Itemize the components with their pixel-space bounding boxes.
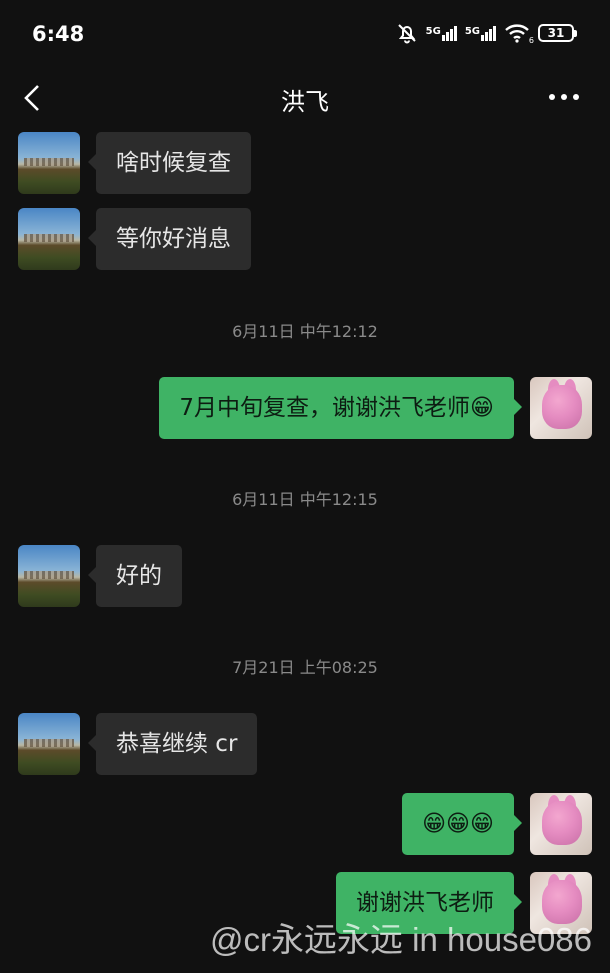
received-message-bubble[interactable]: 好的 — [88, 545, 182, 607]
contact-avatar[interactable] — [18, 132, 80, 194]
more-dot — [561, 94, 567, 100]
message-row-sent: 7月中旬复查，谢谢洪飞老师😁 — [0, 377, 610, 439]
status-bar: 6:48 5G 5G 6 31 — [0, 0, 610, 66]
message-timestamp: 6月11日 中午12:15 — [232, 490, 378, 509]
message-list[interactable]: 啥时候复查 等你好消息 6月11日 中午12:12 7月中旬复查，谢谢洪飞老师😁… — [0, 128, 610, 973]
bell-muted-icon — [397, 24, 416, 44]
chat-title: 洪飞 — [281, 88, 329, 116]
watermark: @cr永远永远 in house086 — [210, 921, 592, 958]
network-label: 5G — [425, 25, 441, 37]
received-message-bubble[interactable]: 恭喜继续 cr — [87, 713, 258, 775]
more-dot — [573, 94, 579, 100]
received-message-bubble[interactable]: 啥时候复查 — [88, 132, 251, 194]
my-avatar[interactable] — [530, 793, 592, 855]
more-options-button[interactable] — [542, 80, 586, 114]
message-timestamp: 7月21日 上午08:25 — [232, 658, 378, 677]
message-row-sent: 😁😁😁 — [0, 793, 610, 855]
wifi-icon: 6 — [504, 23, 534, 45]
status-time: 6:48 — [32, 22, 85, 46]
network-label: 5G — [464, 25, 480, 37]
message-row-received: 啥时候复查 — [0, 132, 610, 194]
message-row-received: 好的 — [0, 545, 610, 607]
my-avatar[interactable] — [530, 377, 592, 439]
contact-avatar[interactable] — [18, 545, 80, 607]
wifi-badge: 6 — [528, 36, 534, 45]
status-icons: 5G 5G 6 31 — [396, 22, 577, 45]
signal-5g-icon: 5G — [464, 25, 496, 41]
sent-message-bubble[interactable]: 7月中旬复查，谢谢洪飞老师😁 — [159, 377, 522, 439]
received-message-bubble[interactable]: 等你好消息 — [88, 208, 251, 270]
sent-message-bubble[interactable]: 😁😁😁 — [402, 793, 522, 855]
battery-icon: 31 — [538, 24, 577, 42]
message-row-received: 等你好消息 — [0, 208, 610, 270]
contact-avatar[interactable] — [18, 713, 80, 775]
message-row-received: 恭喜继续 cr — [0, 713, 610, 775]
more-dot — [549, 94, 555, 100]
contact-avatar[interactable] — [18, 208, 80, 270]
battery-level: 31 — [547, 26, 565, 40]
signal-5g-icon: 5G — [425, 25, 457, 41]
message-timestamp: 6月11日 中午12:12 — [232, 322, 378, 341]
chat-header: 洪飞 — [0, 66, 610, 128]
